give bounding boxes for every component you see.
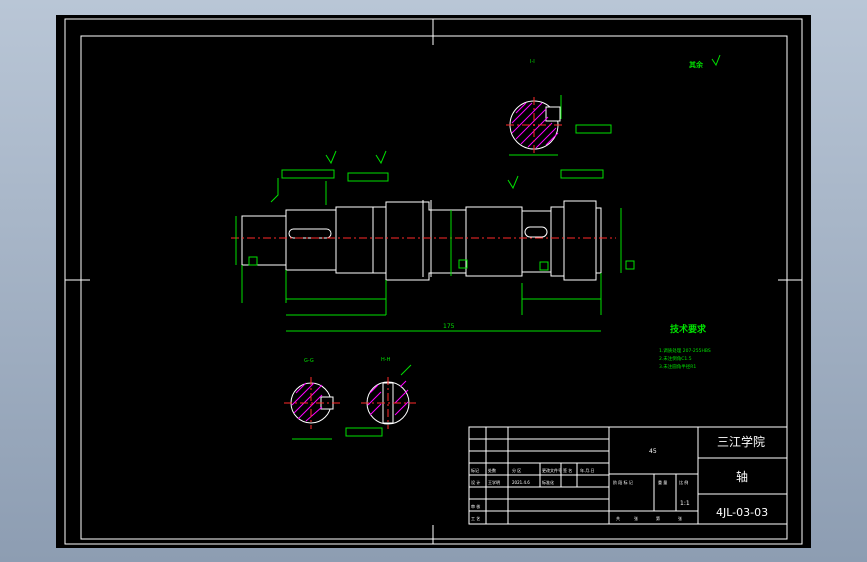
tech-req-item-1: 1.调质处理 207-255HBS	[659, 347, 711, 354]
section-label-g-g: G-G	[304, 358, 314, 364]
svg-text:张: 张	[678, 515, 682, 521]
scale: 1:1	[680, 500, 690, 507]
school-name: 三江学院	[717, 434, 765, 449]
tech-req-title: 技术要求	[670, 323, 707, 335]
material: 45	[649, 448, 657, 455]
svg-text:王学明: 王学明	[488, 479, 500, 485]
svg-text:第: 第	[656, 515, 660, 521]
svg-text:处数: 处数	[488, 467, 496, 473]
svg-text:签 名: 签 名	[563, 467, 572, 473]
svg-text:工 艺: 工 艺	[471, 516, 480, 521]
part-name: 轴	[736, 469, 748, 484]
svg-text:阶 段 标 记: 阶 段 标 记	[613, 479, 633, 485]
svg-text:标准化: 标准化	[542, 479, 554, 485]
section-h-h	[361, 364, 416, 429]
roughness-note: 其余	[689, 60, 704, 69]
tech-req-item-2: 2.未注倒角C1.5	[659, 355, 692, 362]
outer-border	[64, 18, 803, 545]
inner-border	[80, 35, 788, 540]
svg-text:设 计: 设 计	[471, 479, 480, 485]
overall-length-dimension: 175	[443, 323, 455, 330]
section-label-i-i: I-I	[530, 59, 535, 65]
drawing-sheet: 175 I-I G-G H-H 其余 技术要求 1.调质处理 207-255HB…	[56, 15, 811, 548]
svg-text:张: 张	[634, 515, 638, 521]
roughness-symbol-icon	[711, 54, 721, 67]
svg-text:分 区: 分 区	[512, 467, 521, 473]
shaft-main-view	[241, 200, 602, 281]
dimension-lines	[235, 150, 635, 332]
svg-text:共: 共	[616, 515, 620, 521]
section-i-i	[506, 95, 612, 156]
section-label-h-h: H-H	[381, 357, 391, 363]
drawing-number: 4JL-03-03	[716, 506, 768, 519]
svg-text:年.月.日: 年.月.日	[580, 467, 595, 473]
tech-req-item-3: 3.未注圆角半径R1	[659, 363, 696, 370]
svg-text:审 核: 审 核	[471, 503, 480, 509]
svg-text:比 例: 比 例	[679, 479, 688, 485]
svg-text:重 量: 重 量	[658, 479, 667, 485]
svg-text:更改文件号: 更改文件号	[542, 467, 562, 473]
svg-text:标记: 标记	[471, 467, 479, 473]
svg-text:2021.4.6: 2021.4.6	[512, 480, 530, 485]
cad-drawing: 175 I-I G-G H-H 其余 技术要求 1.调质处理 207-255HB…	[64, 18, 803, 545]
